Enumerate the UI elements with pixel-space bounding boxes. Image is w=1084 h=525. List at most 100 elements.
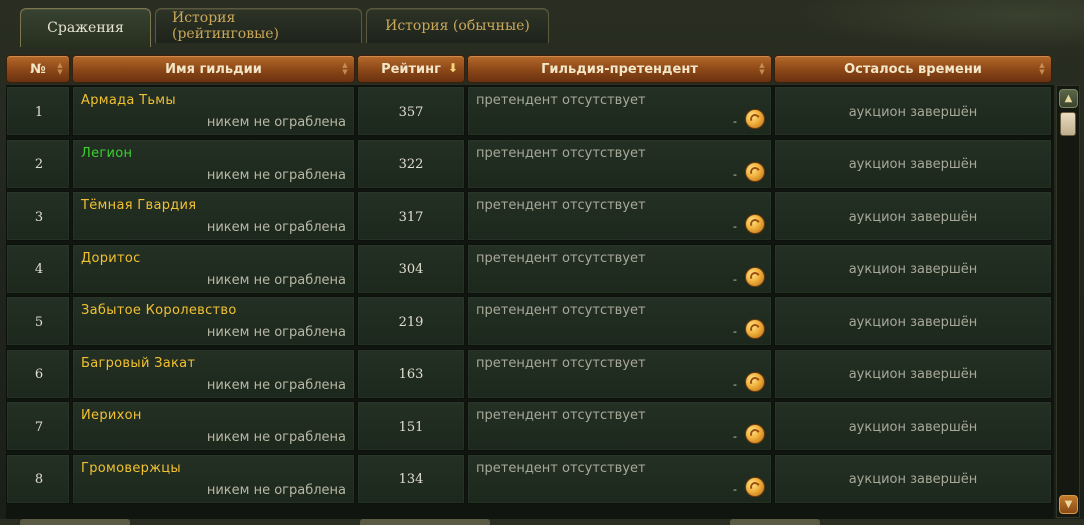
- gold-coin-icon: [745, 319, 765, 339]
- claimant-cell: претендент отсутствует -: [467, 243, 772, 294]
- sort-arrows-icon: ▲ ▼: [342, 61, 348, 76]
- column-header-claimant[interactable]: Гильдия-претендент ▲ ▼: [467, 55, 772, 83]
- claimant-cell: претендент отсутствует -: [467, 296, 772, 346]
- bottom-tab-stub: [730, 519, 820, 525]
- column-header-rating[interactable]: Рейтинг ⬇: [357, 55, 465, 83]
- rating-value: 317: [398, 209, 424, 225]
- guild-name-cell[interactable]: Громовержцы никем не ограблена: [72, 453, 355, 504]
- table-row[interactable]: 6 Багровый Закат никем не ограблена 163 …: [6, 348, 1054, 400]
- guild-name-link[interactable]: Громовержцы: [81, 461, 181, 476]
- row-num-cell: 2: [6, 138, 70, 189]
- guild-name-cell[interactable]: Доритос никем не ограблена: [72, 243, 355, 294]
- scroll-down-arrow-icon[interactable]: ▼: [1059, 495, 1078, 514]
- bid-amount: -: [733, 430, 737, 443]
- sort-arrows-icon: ▲ ▼: [57, 61, 63, 76]
- scrollbar-thumb[interactable]: [1060, 112, 1076, 136]
- guild-name-cell[interactable]: Армада Тьмы никем не ограблена: [72, 86, 355, 136]
- claimant-status: претендент отсутствует: [476, 250, 646, 266]
- rating-value: 134: [398, 472, 424, 487]
- rating-cell: 134: [357, 453, 465, 504]
- guild-name-cell[interactable]: Иерихон никем не ограблена: [72, 401, 355, 451]
- tab-history-rated[interactable]: История (рейтинговые): [155, 8, 362, 43]
- robbed-status: никем не ограблена: [206, 220, 346, 235]
- row-number: 8: [34, 472, 44, 487]
- guild-name-link[interactable]: Багровый Закат: [81, 356, 195, 371]
- gold-coin-icon: [745, 424, 765, 444]
- column-header-guild[interactable]: Имя гильдии ▲ ▼: [72, 55, 355, 83]
- rating-cell: 151: [357, 401, 465, 451]
- bottom-tab-stub: [20, 519, 130, 525]
- rating-cell: 357: [357, 86, 465, 136]
- table-row[interactable]: 4 Доритос никем не ограблена 304 претенд…: [6, 243, 1054, 295]
- column-header-time-left-label: Осталось времени: [844, 61, 982, 77]
- column-header-rating-label: Рейтинг: [381, 61, 441, 77]
- claimant-status: претендент отсутствует: [476, 303, 646, 318]
- guild-name-link[interactable]: Забытое Королевство: [81, 303, 237, 318]
- column-header-claimant-label: Гильдия-претендент: [541, 61, 698, 77]
- time-left-status: аукцион завершён: [848, 472, 978, 487]
- column-header-guild-label: Имя гильдии: [165, 61, 262, 77]
- guild-name-cell[interactable]: Тёмная Гвардия никем не ограблена: [72, 191, 355, 241]
- row-num-cell: 5: [6, 296, 70, 346]
- time-left-status: аукцион завершён: [848, 367, 978, 382]
- table-row[interactable]: 1 Армада Тьмы никем не ограблена 357 пре…: [6, 86, 1054, 137]
- gold-coin-icon: [745, 161, 765, 182]
- time-left-cell: аукцион завершён: [774, 348, 1052, 399]
- bottom-edge: [0, 519, 1084, 525]
- tab-battles[interactable]: Сражения: [20, 8, 151, 47]
- claimant-cell: претендент отсутствует -: [467, 86, 772, 136]
- guild-name-link[interactable]: Иерихон: [81, 408, 142, 423]
- row-number: 6: [34, 367, 44, 382]
- rating-value: 357: [398, 104, 424, 120]
- rating-cell: 219: [357, 296, 465, 346]
- claimant-status: претендент отсутствует: [476, 145, 646, 161]
- table-row[interactable]: 2 Легион никем не ограблена 322 претенде…: [6, 138, 1054, 190]
- table-row[interactable]: 7 Иерихон никем не ограблена 151 претенд…: [6, 401, 1054, 452]
- bid-amount: -: [733, 325, 737, 338]
- column-header-time-left[interactable]: Осталось времени ▲ ▼: [774, 55, 1052, 83]
- sort-arrows-icon: ▲ ▼: [759, 61, 765, 76]
- sort-descending-arrow-icon: ⬇: [447, 61, 458, 75]
- guild-name-link[interactable]: Армада Тьмы: [81, 93, 176, 108]
- row-number: 4: [34, 262, 44, 277]
- decorative-ornament: [784, 0, 1084, 50]
- gold-coin-icon: [745, 214, 765, 234]
- column-header-num[interactable]: № ▲ ▼: [6, 55, 70, 83]
- row-num-cell: 8: [6, 453, 70, 504]
- bid-amount: -: [733, 220, 737, 233]
- guild-name-link[interactable]: Доритос: [81, 251, 141, 266]
- claimant-status: претендент отсутствует: [476, 93, 646, 108]
- scrollbar[interactable]: ▲ ▼: [1056, 85, 1080, 518]
- time-left-status: аукцион завершён: [848, 262, 978, 277]
- guild-name-cell[interactable]: Багровый Закат никем не ограблена: [72, 348, 355, 399]
- claimant-status: претендент отсутствует: [476, 460, 646, 476]
- sort-arrows-icon: ▲ ▼: [1039, 61, 1045, 76]
- robbed-status: никем не ограблена: [206, 167, 346, 183]
- rating-value: 304: [398, 262, 424, 277]
- time-left-status: аукцион завершён: [848, 104, 978, 120]
- window-frame: Сражения История (рейтинговые) История (…: [0, 0, 1084, 525]
- guild-name-link[interactable]: Тёмная Гвардия: [81, 198, 196, 213]
- row-num-cell: 7: [6, 401, 70, 451]
- row-num-cell: 6: [6, 348, 70, 399]
- guild-name-cell[interactable]: Забытое Королевство никем не ограблена: [72, 296, 355, 346]
- table-row[interactable]: 3 Тёмная Гвардия никем не ограблена 317 …: [6, 191, 1054, 242]
- claimant-cell: претендент отсутствует -: [467, 401, 772, 451]
- guild-name-link[interactable]: Легион: [81, 146, 132, 161]
- time-left-cell: аукцион завершён: [774, 296, 1052, 346]
- time-left-status: аукцион завершён: [848, 314, 978, 330]
- robbed-status: никем не ограблена: [206, 325, 346, 340]
- row-num-cell: 4: [6, 243, 70, 294]
- gold-coin-icon: [745, 109, 765, 129]
- table-header: № ▲ ▼ Имя гильдии ▲ ▼ Рейтинг ⬇ Гильдия-пр…: [6, 55, 1054, 83]
- tab-history-normal[interactable]: История (обычные): [366, 8, 549, 43]
- tab-bar: Сражения История (рейтинговые) История (…: [20, 8, 549, 47]
- time-left-status: аукцион завершён: [848, 157, 978, 172]
- bottom-tab-stub: [360, 519, 490, 525]
- table-row[interactable]: 8 Громовержцы никем не ограблена 134 пре…: [6, 453, 1054, 505]
- guild-name-cell[interactable]: Легион никем не ограблена: [72, 138, 355, 189]
- table-row[interactable]: 5 Забытое Королевство никем не ограблена…: [6, 296, 1054, 347]
- bid-amount: -: [733, 377, 737, 391]
- scroll-up-arrow-icon[interactable]: ▲: [1059, 89, 1078, 108]
- bid-amount: -: [733, 482, 737, 496]
